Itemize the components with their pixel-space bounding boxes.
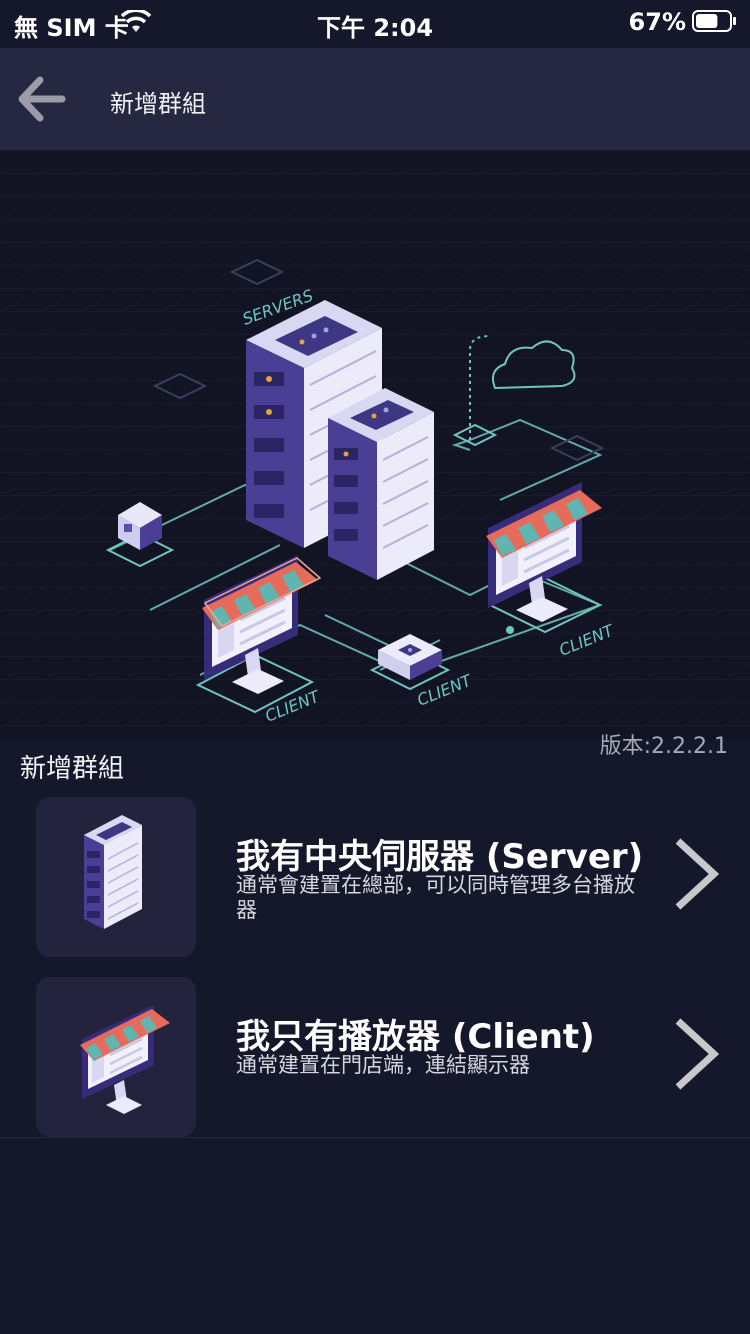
- battery-percent: 67%: [628, 8, 686, 36]
- chevron-right-icon: [675, 838, 720, 910]
- server-option-title: 我有中央伺服器 (Server): [236, 837, 644, 877]
- client-thumbnail: [36, 977, 196, 1137]
- client-option[interactable]: 我只有播放器 (Client) 通常建置在門店端，連結顯示器: [0, 977, 750, 1147]
- battery-icon: [692, 10, 736, 32]
- section-title: 新增群組: [20, 754, 125, 784]
- chevron-right-icon: [675, 1018, 720, 1090]
- page-title: 新增群組: [110, 90, 206, 118]
- back-arrow-icon[interactable]: [14, 74, 66, 124]
- server-option[interactable]: 我有中央伺服器 (Server) 通常會建置在總部，可以同時管理多台播放器: [0, 797, 750, 967]
- client-option-title: 我只有播放器 (Client): [236, 1017, 595, 1057]
- nav-bar: 新增群組: [0, 48, 750, 150]
- hero-illustration: SERVERS CLIENT CLIENT CLIENT: [0, 150, 750, 740]
- divider: [0, 1137, 750, 1138]
- server-option-description: 通常會建置在總部，可以同時管理多台播放器: [236, 873, 635, 922]
- small-server-tower: [328, 388, 434, 580]
- server-rack-icon: [84, 815, 142, 929]
- client-option-description: 通常建置在門店端，連結顯示器: [236, 1053, 530, 1077]
- status-bar: 無 SIM 卡 下午 2:04 67%: [0, 0, 750, 48]
- version-label: 版本:2.2.2.1: [599, 734, 728, 759]
- server-thumbnail: [36, 797, 196, 957]
- network-illustration: SERVERS CLIENT CLIENT CLIENT: [0, 150, 750, 740]
- storefront-monitor-icon: [80, 1005, 170, 1114]
